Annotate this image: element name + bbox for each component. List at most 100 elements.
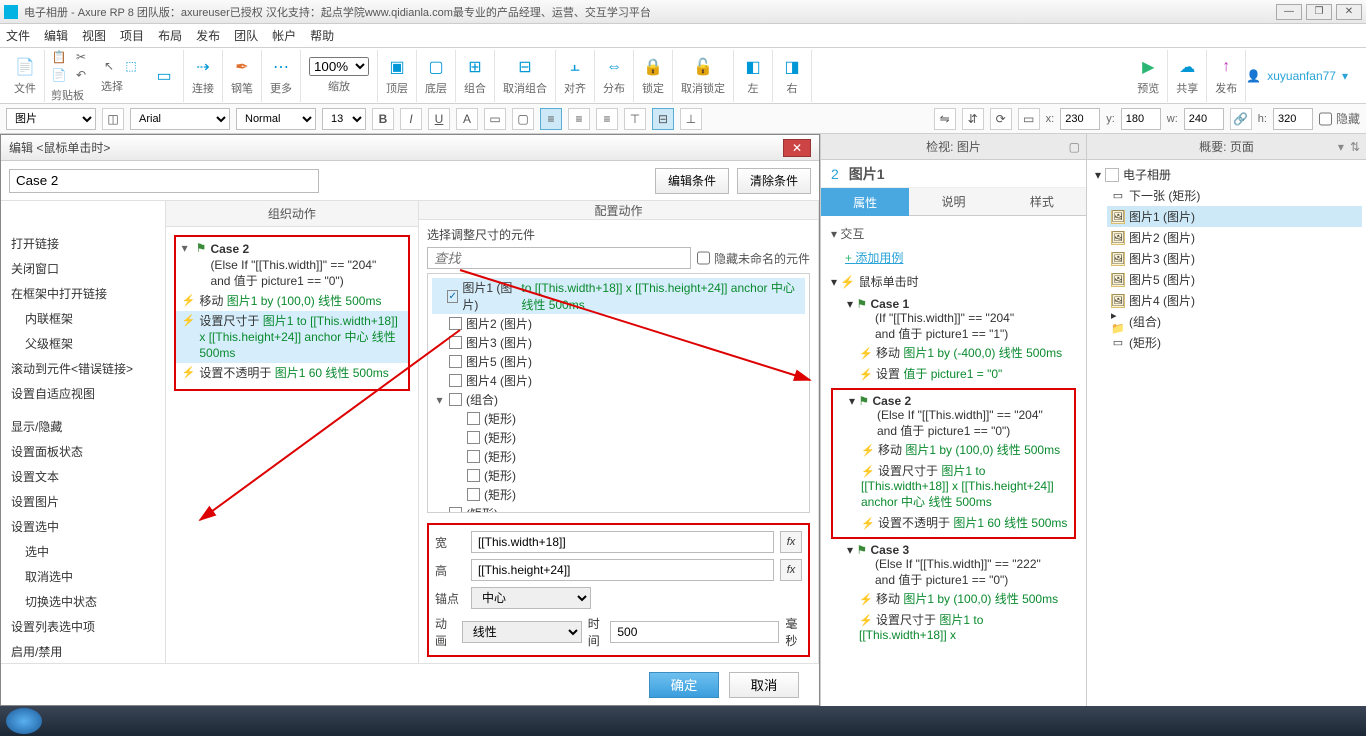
outline-item[interactable]: ▸ 📁(组合) — [1107, 311, 1362, 332]
fill-button[interactable]: ▭ — [484, 108, 506, 130]
outline-item[interactable]: 🖼图片5 (图片) — [1107, 269, 1362, 290]
tab-properties[interactable]: 属性 — [821, 188, 909, 216]
menu-publish[interactable]: 发布 — [196, 27, 220, 44]
x-input[interactable] — [1060, 108, 1100, 130]
text-color-button[interactable]: A — [456, 108, 478, 130]
unlock-icon[interactable]: 🔓 — [692, 56, 714, 78]
action-item[interactable]: 内联框架 — [1, 306, 165, 331]
connect-icon[interactable]: ⇢ — [192, 56, 214, 78]
edit-condition-button[interactable]: 编辑条件 — [655, 168, 729, 194]
align-icon[interactable]: ⫠ — [564, 56, 586, 78]
cut-icon[interactable]: ✂ — [73, 49, 89, 65]
tab-style[interactable]: 样式 — [998, 188, 1086, 216]
filter-icon[interactable]: ▾ — [1338, 140, 1344, 154]
fx-button[interactable]: fx — [780, 531, 802, 553]
action-item[interactable]: 设置选中 — [1, 514, 165, 539]
case-action[interactable]: ⚡设置尺寸于 图片1 to [[This.width+18]] x [[This… — [176, 311, 408, 363]
outline-item[interactable]: 🖼图片3 (图片) — [1107, 248, 1362, 269]
anim-select[interactable]: 线性 — [462, 621, 582, 643]
action-item[interactable]: 设置面板状态 — [1, 439, 165, 464]
action-item[interactable]: 取消选中 — [1, 564, 165, 589]
tree-row[interactable]: (矩形) — [432, 466, 805, 485]
zoom-select[interactable]: 100% — [309, 57, 369, 76]
user-menu[interactable]: 👤 xuyuanfan77 ▾ — [1246, 69, 1360, 83]
action-item[interactable]: 设置图片 — [1, 489, 165, 514]
tree-row[interactable]: (矩形) — [432, 447, 805, 466]
align-right-icon[interactable]: ◨ — [781, 56, 803, 78]
clear-condition-button[interactable]: 清除条件 — [737, 168, 811, 194]
close-button[interactable]: ✕ — [1336, 4, 1362, 20]
publish-icon[interactable]: ↑ — [1215, 56, 1237, 78]
tree-row[interactable]: 图片5 (图片) — [432, 352, 805, 371]
action-item[interactable]: 设置自适应视图 — [1, 381, 165, 406]
lock-icon[interactable]: 🔒 — [642, 56, 664, 78]
tree-row[interactable]: (矩形) — [432, 428, 805, 447]
align-right-text[interactable]: ≡ — [596, 108, 618, 130]
action-item[interactable]: 父级框架 — [1, 331, 165, 356]
tree-row[interactable]: ▾(组合) — [432, 390, 805, 409]
y-input[interactable] — [1121, 108, 1161, 130]
h-input[interactable] — [1273, 108, 1313, 130]
undo-icon[interactable]: ↶ — [73, 67, 89, 83]
start-button[interactable] — [6, 708, 42, 734]
tree-row[interactable]: (矩形) — [432, 485, 805, 504]
dim-icon[interactable]: ▭ — [1018, 108, 1040, 130]
menu-layout[interactable]: 布局 — [158, 27, 182, 44]
menu-project[interactable]: 项目 — [120, 27, 144, 44]
tree-row[interactable]: (矩形) — [432, 504, 805, 513]
menu-edit[interactable]: 编辑 — [44, 27, 68, 44]
action-item[interactable]: 显示/隐藏 — [1, 414, 165, 439]
send-back-icon[interactable]: ▢ — [425, 56, 447, 78]
action-item[interactable]: 打开链接 — [1, 231, 165, 256]
outline-item[interactable]: 🖼图片4 (图片) — [1107, 290, 1362, 311]
style-picker-icon[interactable]: ◫ — [102, 108, 124, 130]
file-icon[interactable]: 📄 — [14, 56, 36, 78]
dialog-close-button[interactable]: ✕ — [783, 139, 811, 157]
outline-item[interactable]: ▭下一张 (矩形) — [1107, 185, 1362, 206]
maximize-button[interactable]: ❐ — [1306, 4, 1332, 20]
width-input[interactable] — [471, 531, 774, 553]
taskbar[interactable] — [0, 706, 1366, 736]
preview-icon[interactable]: ▶ — [1137, 56, 1159, 78]
valign-bot[interactable]: ⊥ — [680, 108, 702, 130]
menu-account[interactable]: 帐户 — [272, 27, 296, 44]
tree-row[interactable]: ✓图片1 (图片) to [[This.width+18]] x [[This.… — [432, 278, 805, 314]
interaction-case[interactable]: ▾ ⚑ Case 1(If "[[This.width]]" == "204"a… — [831, 297, 1076, 384]
valign-top[interactable]: ⊤ — [624, 108, 646, 130]
case-action[interactable]: ⚡移动 图片1 by (100,0) 线性 500ms — [176, 291, 408, 311]
rotate-icon[interactable]: ⟳ — [990, 108, 1012, 130]
tree-row[interactable]: 图片4 (图片) — [432, 371, 805, 390]
interaction-case[interactable]: ▾ ⚑ Case 2(Else If "[[This.width]]" == "… — [831, 388, 1076, 539]
widget-tree[interactable]: ✓图片1 (图片) to [[This.width+18]] x [[This.… — [427, 273, 810, 513]
panel-expand-icon[interactable]: ▢ — [1069, 140, 1080, 154]
distribute-icon[interactable]: ⇔ — [603, 56, 625, 78]
outline-root[interactable]: ▾电子相册 — [1091, 164, 1362, 185]
outline-item[interactable]: 🖼图片1 (图片) — [1107, 206, 1362, 227]
action-item[interactable]: 设置文本 — [1, 464, 165, 489]
height-input[interactable] — [471, 559, 774, 581]
fx-button-2[interactable]: fx — [780, 559, 802, 581]
outline-item[interactable]: 🖼图片2 (图片) — [1107, 227, 1362, 248]
italic-button[interactable]: I — [400, 108, 422, 130]
time-input[interactable] — [610, 621, 779, 643]
shape-select[interactable]: 图片 — [6, 108, 96, 130]
menu-help[interactable]: 帮助 — [310, 27, 334, 44]
font-weight[interactable]: Normal — [236, 108, 316, 130]
menu-file[interactable]: 文件 — [6, 27, 30, 44]
flip-h-icon[interactable]: ⇋ — [934, 108, 956, 130]
w-input[interactable] — [1184, 108, 1224, 130]
case-action[interactable]: ⚡设置不透明于 图片1 60 线性 500ms — [176, 363, 408, 383]
action-item[interactable]: 切换选中状态 — [1, 589, 165, 614]
group-icon[interactable]: ⊞ — [464, 56, 486, 78]
bring-front-icon[interactable]: ▣ — [386, 56, 408, 78]
interaction-case[interactable]: ▾ ⚑ Case 3(Else If "[[This.width]]" == "… — [831, 543, 1076, 644]
sort-icon[interactable]: ⇅ — [1350, 140, 1360, 154]
actions-list[interactable]: 打开链接关闭窗口在框架中打开链接内联框架父级框架滚动到元件<错误链接>设置自适应… — [1, 227, 165, 663]
tab-notes[interactable]: 说明 — [909, 188, 997, 216]
cancel-button[interactable]: 取消 — [729, 672, 799, 698]
hide-checkbox[interactable] — [1319, 108, 1332, 130]
outline-item[interactable]: ▭(矩形) — [1107, 332, 1362, 353]
align-center-text[interactable]: ≡ — [568, 108, 590, 130]
tree-row[interactable]: 图片3 (图片) — [432, 333, 805, 352]
add-case-link[interactable]: 添加用例 — [855, 251, 903, 265]
